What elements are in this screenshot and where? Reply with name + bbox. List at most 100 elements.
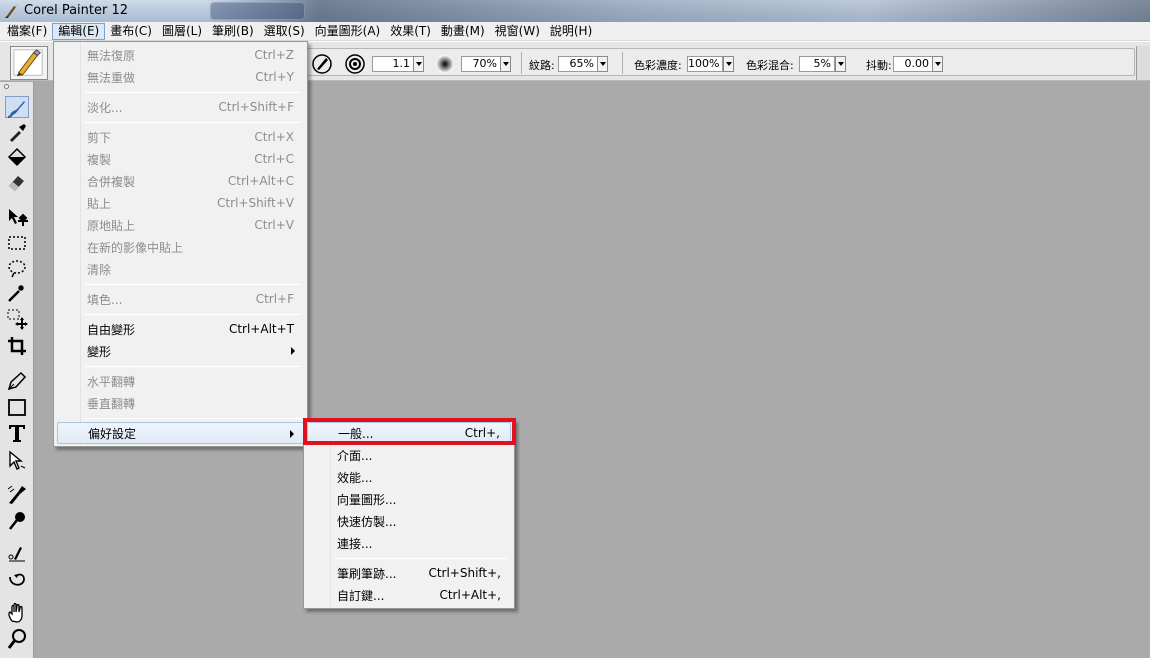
menu-item-paste[interactable]: 貼上 Ctrl+Shift+V <box>57 192 304 214</box>
rectangle-shape-tool[interactable] <box>5 396 29 418</box>
menu-layers[interactable]: 圖層(L) <box>157 23 207 40</box>
rect-select-icon <box>8 236 26 250</box>
rubber-stamp-tool[interactable] <box>5 509 29 531</box>
crop-tool[interactable] <box>5 335 29 357</box>
brush-ghost-icon[interactable] <box>311 53 333 75</box>
magnifier-tool[interactable] <box>5 628 29 650</box>
bleed-label: 色彩混合: <box>746 59 794 72</box>
menu-separator <box>84 314 301 315</box>
menu-item-fill[interactable]: 填色... Ctrl+F <box>57 288 304 310</box>
pen-tool[interactable] <box>5 370 29 392</box>
layer-adjuster-tool[interactable] <box>5 206 29 228</box>
menu-item-preferences[interactable]: 偏好設定 <box>57 422 304 444</box>
menu-item-interface[interactable]: 介面... <box>307 444 511 466</box>
resat-label: 色彩濃度: <box>634 59 682 72</box>
brush-tool[interactable] <box>5 96 29 118</box>
menu-item-clear[interactable]: 清除 <box>57 258 304 280</box>
menu-shapes[interactable]: 向量圖形(A) <box>310 23 386 40</box>
text-icon <box>9 425 25 442</box>
magic-wand-icon <box>8 285 24 302</box>
pen-icon <box>7 371 27 391</box>
rect-select-tool[interactable] <box>5 232 29 254</box>
menu-canvas[interactable]: 畫布(C) <box>105 23 157 40</box>
brush-size-icon <box>345 54 365 74</box>
menu-select[interactable]: 選取(S) <box>259 23 310 40</box>
menu-item-undo[interactable]: 無法復原 Ctrl+Z <box>57 44 304 66</box>
mirror-icon <box>9 573 25 586</box>
selection-adjuster-tool[interactable] <box>5 308 29 330</box>
menu-separator <box>84 418 301 419</box>
opacity-field[interactable]: 70% <box>461 56 501 72</box>
menu-item-performance[interactable]: 效能... <box>307 466 511 488</box>
menu-item-paste-new-image[interactable]: 在新的影像中貼上 <box>57 236 304 258</box>
jitter-dropdown[interactable] <box>932 56 943 72</box>
lasso-icon <box>8 260 26 278</box>
menu-item-customize-keys[interactable]: 自訂鍵... Ctrl+Alt+, <box>307 584 511 606</box>
brush-selector[interactable] <box>10 46 48 80</box>
opacity-icon <box>436 55 454 73</box>
window-title: Corel Painter 12 <box>24 3 129 18</box>
grain-field[interactable]: 65% <box>558 56 598 72</box>
text-tool[interactable] <box>5 422 29 444</box>
menu-item-connections[interactable]: 連接... <box>307 532 511 554</box>
dodge-tool[interactable] <box>5 543 29 565</box>
shape-selection-icon <box>9 450 26 470</box>
bleed-field[interactable]: 5% <box>799 56 835 72</box>
submenu-arrow-icon <box>291 347 295 355</box>
menu-edit[interactable]: 編輯(E) <box>52 22 106 40</box>
dropper-tool[interactable] <box>5 121 29 143</box>
resat-field[interactable]: 100% <box>687 56 723 72</box>
menu-item-transform[interactable]: 變形 <box>57 340 304 362</box>
grain-dropdown[interactable] <box>597 56 608 72</box>
brush-size-dropdown[interactable] <box>413 56 424 72</box>
cloner-tool[interactable] <box>5 483 29 505</box>
jitter-field[interactable]: 0.00 <box>893 56 933 72</box>
menu-help[interactable]: 說明(H) <box>545 23 597 40</box>
menu-item-copy[interactable]: 複製 Ctrl+C <box>57 148 304 170</box>
highlight-annotation-box <box>303 418 516 445</box>
opacity-dropdown[interactable] <box>500 56 511 72</box>
menu-item-flip-horizontal[interactable]: 水平翻轉 <box>57 370 304 392</box>
toolbox-grip[interactable] <box>4 84 9 89</box>
hand-icon <box>8 602 23 623</box>
brush-size-field[interactable]: 1.1 <box>372 56 414 72</box>
menu-item-copy-merged[interactable]: 合併複製 Ctrl+Alt+C <box>57 170 304 192</box>
menu-item-paste-in-place[interactable]: 原地貼上 Ctrl+V <box>57 214 304 236</box>
menu-item-free-transform[interactable]: 自由變形 Ctrl+Alt+T <box>57 318 304 340</box>
menu-separator <box>84 366 301 367</box>
eraser-tool[interactable] <box>5 171 29 193</box>
taskbar-thumbnail <box>210 2 305 20</box>
mirror-tool[interactable] <box>5 569 29 591</box>
resat-dropdown[interactable] <box>723 56 734 72</box>
dodge-icon <box>8 547 25 562</box>
menu-item-brush-tracking[interactable]: 筆刷筆跡... Ctrl+Shift+, <box>307 562 511 584</box>
menu-separator <box>84 92 301 93</box>
menu-item-flip-vertical[interactable]: 垂直翻轉 <box>57 392 304 414</box>
preferences-submenu: 一般... Ctrl+, 介面... 效能... 向量圖形... 快速仿製...… <box>303 419 515 609</box>
paint-bucket-tool[interactable] <box>5 146 29 168</box>
menu-window[interactable]: 視窗(W) <box>490 23 545 40</box>
menu-file[interactable]: 檔案(F) <box>2 23 52 40</box>
menu-movie[interactable]: 動畫(M) <box>436 23 490 40</box>
edit-menu: 無法復原 Ctrl+Z 無法重做 Ctrl+Y 淡化... Ctrl+Shift… <box>53 41 308 447</box>
menu-separator <box>334 558 508 559</box>
cloner-icon <box>7 485 26 504</box>
rubber-stamp-icon <box>9 512 25 530</box>
menu-brushes[interactable]: 筆刷(B) <box>207 23 259 40</box>
grain-label: 紋路: <box>529 59 555 72</box>
magic-wand-tool[interactable] <box>5 282 29 304</box>
menu-item-fade[interactable]: 淡化... Ctrl+Shift+F <box>57 96 304 118</box>
menu-item-cut[interactable]: 剪下 Ctrl+X <box>57 126 304 148</box>
menu-item-redo[interactable]: 無法重做 Ctrl+Y <box>57 66 304 88</box>
dropper-icon <box>10 124 26 142</box>
bleed-dropdown[interactable] <box>835 56 846 72</box>
menu-effects[interactable]: 效果(T) <box>385 23 436 40</box>
selection-adjuster-icon <box>7 309 28 330</box>
title-bar: Corel Painter 12 <box>0 0 1150 22</box>
menu-item-shapes[interactable]: 向量圖形... <box>307 488 511 510</box>
menu-item-quick-clone[interactable]: 快速仿製... <box>307 510 511 532</box>
grabber-tool[interactable] <box>5 602 29 624</box>
shape-selection-tool[interactable] <box>5 449 29 471</box>
brush-icon <box>7 101 25 118</box>
lasso-tool[interactable] <box>5 257 29 279</box>
